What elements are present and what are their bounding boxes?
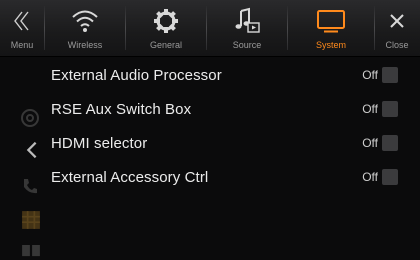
setting-toggle[interactable]: Off (362, 169, 398, 185)
toggle-checkbox[interactable] (382, 67, 398, 83)
tab-general-label: General (149, 40, 183, 50)
setting-row-hdmi-selector[interactable]: HDMI selector Off (38, 126, 398, 160)
setting-toggle[interactable]: Off (362, 135, 398, 151)
setting-row-external-audio-processor[interactable]: External Audio Processor Off (38, 58, 398, 92)
tab-menu-label: Menu (10, 40, 34, 50)
tab-close[interactable]: Close (375, 0, 419, 56)
phone-icon (24, 179, 37, 194)
setting-toggle[interactable]: Off (362, 101, 398, 117)
close-icon (382, 6, 412, 36)
setting-value: Off (362, 170, 378, 184)
toggle-checkbox[interactable] (382, 169, 398, 185)
setting-name: External Accessory Ctrl (51, 168, 209, 186)
tab-general[interactable]: General (126, 0, 206, 56)
tab-menu[interactable]: Menu (0, 0, 44, 56)
setting-name: External Audio Processor (51, 66, 222, 84)
setting-name: RSE Aux Switch Box (51, 100, 192, 118)
disc-icon (21, 109, 39, 127)
setting-row-rse-aux-switch-box[interactable]: RSE Aux Switch Box Off (38, 92, 398, 126)
setting-name: HDMI selector (51, 134, 148, 152)
toggle-checkbox[interactable] (382, 101, 398, 117)
grid-icon (22, 245, 40, 257)
setting-value: Off (362, 136, 378, 150)
setting-toggle[interactable]: Off (362, 67, 398, 83)
map-icon (22, 211, 40, 229)
tab-close-label: Close (385, 40, 409, 50)
tab-wireless[interactable]: Wireless (45, 0, 125, 56)
tab-system-label: System (315, 40, 346, 50)
tab-system[interactable]: System (288, 0, 374, 56)
music-note-icon (232, 6, 262, 36)
tab-source[interactable]: Source (207, 0, 287, 56)
top-navigation-bar: Menu Wireless General Source System Clos… (0, 0, 420, 57)
setting-row-external-accessory-ctrl[interactable]: External Accessory Ctrl Off (38, 160, 398, 194)
monitor-icon (316, 6, 346, 36)
settings-list: External Audio Processor Off RSE Aux Swi… (38, 58, 398, 194)
tab-wireless-label: Wireless (67, 40, 103, 50)
toggle-checkbox[interactable] (382, 135, 398, 151)
gear-icon (151, 6, 181, 36)
wifi-icon (70, 6, 100, 36)
setting-value: Off (362, 102, 378, 116)
double-chevron-left-icon (7, 6, 37, 36)
tab-source-label: Source (232, 40, 262, 50)
setting-value: Off (362, 68, 378, 82)
